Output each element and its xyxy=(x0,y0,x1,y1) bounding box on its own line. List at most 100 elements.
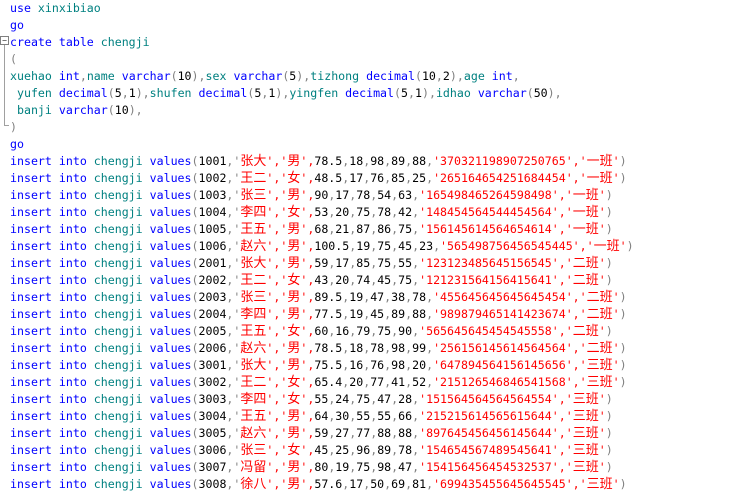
separator: ',' xyxy=(551,426,573,440)
sex-value: 男 xyxy=(287,358,301,373)
code-token: go xyxy=(10,137,24,151)
xuehao-value: 2004 xyxy=(198,307,227,321)
code-line[interactable]: ) xyxy=(10,119,634,136)
numeric-value: 78.5 xyxy=(314,341,343,355)
code-line[interactable]: go xyxy=(10,17,634,34)
separator: ,' xyxy=(226,256,241,270)
separator: ',' xyxy=(266,341,288,355)
separator: ,' xyxy=(226,171,241,185)
idhao-value: 156145614564654614 xyxy=(426,222,552,236)
paren-close: ) xyxy=(605,188,613,202)
insert-statement-line[interactable]: insert into chengji values(1004,'李四','女'… xyxy=(10,204,634,221)
numeric-value: 19 xyxy=(356,239,371,253)
numeric-value: 16 xyxy=(349,358,364,372)
code-line[interactable]: yufen decimal(5,1),shufen decimal(5,1),y… xyxy=(10,85,634,102)
numeric-value: 77.5 xyxy=(314,307,343,321)
values-keyword: values xyxy=(149,426,192,440)
collapse-icon[interactable]: − xyxy=(0,36,9,45)
numeric-value: 63 xyxy=(398,188,413,202)
banji-value: 一班 xyxy=(586,171,613,186)
insert-statement-line[interactable]: insert into chengji values(2005,'王五','女'… xyxy=(10,323,634,340)
insert-statement-line[interactable]: insert into chengji values(3007,'冯留','男'… xyxy=(10,459,634,476)
name-value: 李四 xyxy=(240,307,267,322)
fold-end-marker xyxy=(4,125,9,126)
insert-statement-line[interactable]: insert into chengji values(3005,'赵六','男'… xyxy=(10,425,634,442)
sql-editor[interactable]: − use xinxibiao go create table chengji(xu… xyxy=(0,0,745,493)
separator: ,' xyxy=(226,324,241,338)
numeric-value: 27 xyxy=(335,426,350,440)
separator: ',' xyxy=(551,443,573,457)
into-keyword: into xyxy=(58,460,94,474)
separator: ',' xyxy=(565,358,587,372)
code-token: , xyxy=(408,86,415,100)
name-value: 张三 xyxy=(240,188,267,203)
insert-statement-line[interactable]: insert into chengji values(1002,'王二','女'… xyxy=(10,170,634,187)
values-keyword: values xyxy=(149,341,192,355)
quote: ' xyxy=(433,154,441,168)
code-line[interactable]: banji varchar(10), xyxy=(10,102,634,119)
banji-value: 二班 xyxy=(586,290,613,305)
numeric-value: 25 xyxy=(335,443,350,457)
banji-value: 三班 xyxy=(586,375,613,390)
sex-value: 男 xyxy=(287,256,301,271)
code-token: ), xyxy=(191,69,206,83)
numeric-value: 17 xyxy=(335,256,350,270)
code-line[interactable]: use xinxibiao xyxy=(10,0,634,17)
insert-statement-line[interactable]: insert into chengji values(3006,'张三','女'… xyxy=(10,442,634,459)
code-token: 5 xyxy=(114,86,122,100)
insert-keyword: insert xyxy=(10,222,59,236)
insert-statement-line[interactable]: insert into chengji values(1005,'王五','男'… xyxy=(10,221,634,238)
code-token: table xyxy=(58,35,101,49)
code-line[interactable]: ( xyxy=(10,51,634,68)
insert-keyword: insert xyxy=(10,256,59,270)
table-name: chengji xyxy=(93,341,150,355)
insert-statement-line[interactable]: insert into chengji values(2004,'李四','男'… xyxy=(10,306,634,323)
values-keyword: values xyxy=(149,256,192,270)
insert-statement-line[interactable]: insert into chengji values(2006,'赵六','男'… xyxy=(10,340,634,357)
banji-value: 一班 xyxy=(572,205,599,220)
numeric-value: 60 xyxy=(314,324,329,338)
code-token: tizhong xyxy=(310,69,367,83)
insert-statement-line[interactable]: insert into chengji values(2003,'张三','男'… xyxy=(10,289,634,306)
separator: ', xyxy=(300,273,315,287)
separator: ', xyxy=(300,443,315,457)
separator: ',' xyxy=(551,188,573,202)
separator: ',' xyxy=(266,409,288,423)
insert-statement-line[interactable]: insert into chengji values(1001,'张大','男'… xyxy=(10,153,634,170)
insert-statement-line[interactable]: insert into chengji values(3004,'王五','男'… xyxy=(10,408,634,425)
code-line[interactable]: create table chengji xyxy=(10,34,634,51)
name-value: 张大 xyxy=(240,358,267,373)
code-token: ), xyxy=(128,103,143,117)
insert-statement-line[interactable]: insert into chengji values(3002,'王二','女'… xyxy=(10,374,634,391)
numeric-value: 78.5 xyxy=(314,154,343,168)
numeric-value: 23 xyxy=(419,239,434,253)
separator: ',' xyxy=(565,477,587,491)
code-lines[interactable]: use xinxibiao go create table chengji(xueh… xyxy=(10,0,634,493)
insert-statement-line[interactable]: insert into chengji values(3003,'李四','女'… xyxy=(10,391,634,408)
insert-statement-line[interactable]: insert into chengji values(2001,'张大','男'… xyxy=(10,255,634,272)
insert-statement-line[interactable]: insert into chengji values(3008,'徐八','男'… xyxy=(10,476,634,493)
insert-keyword: insert xyxy=(10,409,59,423)
insert-statement-line[interactable]: insert into chengji values(1003,'张三','男'… xyxy=(10,187,634,204)
into-keyword: into xyxy=(58,307,94,321)
separator: , xyxy=(426,358,434,372)
numeric-value: 89.5 xyxy=(314,290,343,304)
sex-value: 女 xyxy=(287,171,301,186)
numeric-value: 64 xyxy=(314,409,329,423)
separator: ',' xyxy=(266,171,288,185)
name-value: 王五 xyxy=(240,409,267,424)
insert-statement-line[interactable]: insert into chengji values(2002,'王二','女'… xyxy=(10,272,634,289)
paren-close: ) xyxy=(605,392,613,406)
insert-statement-line[interactable]: insert into chengji values(3001,'张大','男'… xyxy=(10,357,634,374)
separator: ',' xyxy=(266,443,288,457)
idhao-value: 215215614565615644 xyxy=(426,409,552,423)
numeric-value: 45 xyxy=(370,307,385,321)
separator: ', xyxy=(300,205,315,219)
numeric-value: 17 xyxy=(349,477,364,491)
numeric-value: 76 xyxy=(370,171,385,185)
name-value: 王五 xyxy=(240,222,267,237)
numeric-value: 75 xyxy=(356,392,371,406)
insert-statement-line[interactable]: insert into chengji values(1006,'赵六','男'… xyxy=(10,238,634,255)
code-line[interactable]: go xyxy=(10,136,634,153)
code-line[interactable]: xuehao int,name varchar(10),sex varchar(… xyxy=(10,68,634,85)
